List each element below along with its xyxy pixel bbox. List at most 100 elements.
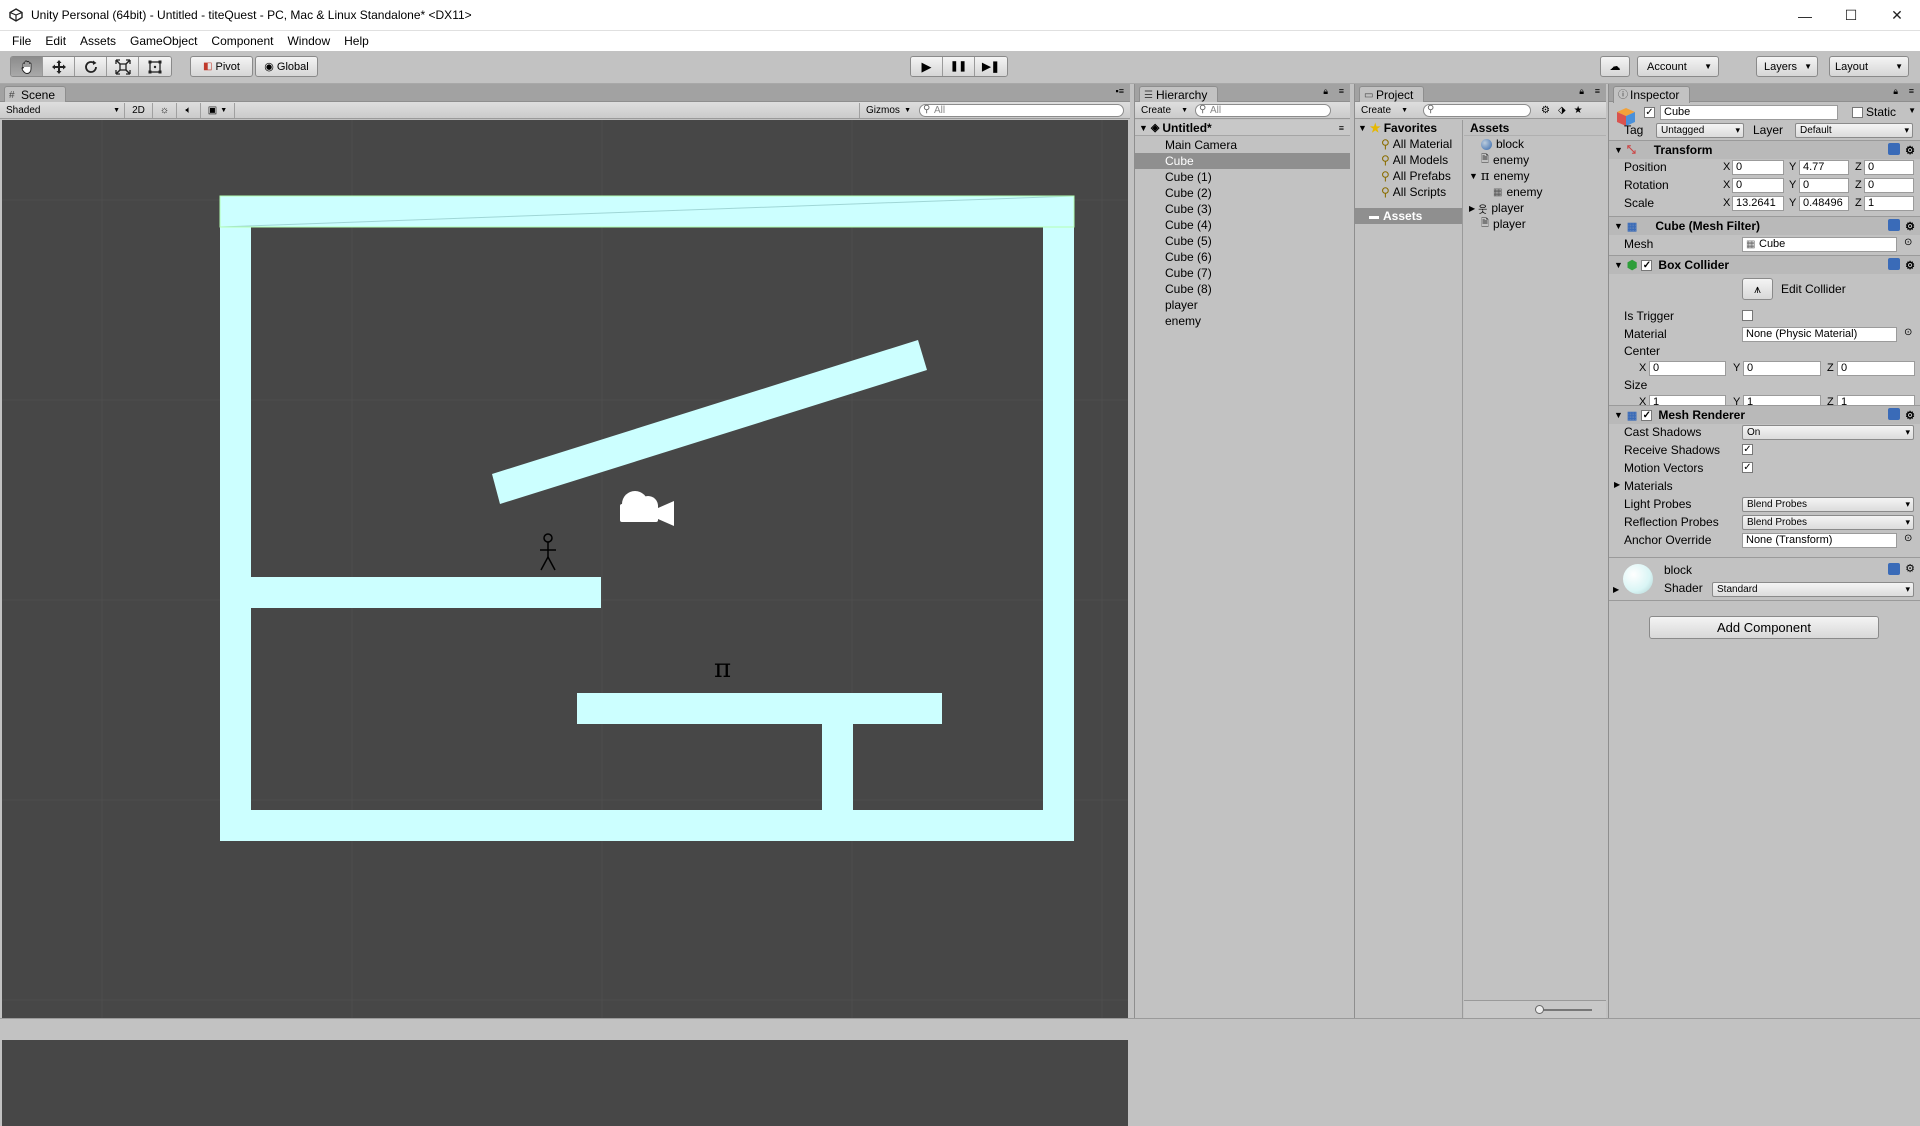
object-picker-icon[interactable]: ⊙: [1904, 237, 1912, 248]
cast-shadows-dropdown[interactable]: On: [1742, 425, 1914, 440]
asset-item[interactable]: 🗎︎ player: [1464, 216, 1606, 232]
hierarchy-item[interactable]: Cube (4): [1135, 217, 1350, 233]
audio-toggle[interactable]: 🔈︎: [177, 102, 201, 118]
maximize-button[interactable]: ☐: [1828, 0, 1874, 31]
2d-toggle[interactable]: 2D: [125, 102, 153, 118]
rotation-y-field[interactable]: 0: [1799, 178, 1849, 193]
favorite-item[interactable]: ⚲ All Scripts: [1355, 184, 1462, 200]
menu-gameobject[interactable]: GameObject: [123, 34, 204, 48]
hierarchy-item[interactable]: player: [1135, 297, 1350, 313]
gear-icon[interactable]: ⚙: [1905, 562, 1915, 575]
cloud-button[interactable]: ☁: [1600, 56, 1630, 77]
asset-item[interactable]: 🗎︎ enemy: [1464, 152, 1606, 168]
effects-dropdown[interactable]: ▣ ▼: [201, 102, 235, 118]
pause-button[interactable]: ❚❚: [943, 57, 975, 76]
project-search-input[interactable]: [1423, 103, 1531, 117]
tab-project[interactable]: ▭ Project: [1359, 86, 1425, 103]
menu-assets[interactable]: Assets: [73, 34, 123, 48]
play-button[interactable]: ▶: [911, 57, 943, 76]
hierarchy-search-input[interactable]: All: [1195, 103, 1331, 117]
reflection-probes-dropdown[interactable]: Blend Probes: [1742, 515, 1914, 530]
gizmos-dropdown[interactable]: Gizmos ▼: [859, 102, 915, 118]
layer-dropdown[interactable]: Default: [1795, 123, 1913, 138]
asset-item[interactable]: ▦ enemy: [1464, 184, 1606, 200]
hierarchy-item[interactable]: Cube (3): [1135, 201, 1350, 217]
account-dropdown[interactable]: Account ▼: [1637, 56, 1719, 77]
layout-dropdown[interactable]: Layout ▼: [1829, 56, 1909, 77]
close-button[interactable]: ✕: [1874, 0, 1920, 31]
favorite-item[interactable]: ⚲ All Material: [1355, 136, 1462, 152]
hierarchy-item[interactable]: Cube (2): [1135, 185, 1350, 201]
menu-help[interactable]: Help: [337, 34, 376, 48]
enemy-pi-icon[interactable]: π: [714, 654, 731, 684]
hierarchy-item[interactable]: Main Camera: [1135, 137, 1350, 153]
favorites-row[interactable]: ▼ ★ Favorites: [1355, 120, 1462, 136]
mesh-renderer-header[interactable]: ▼ ▦ ✓ Mesh Renderer ⚙: [1609, 405, 1920, 424]
rotate-tool-icon[interactable]: [75, 57, 107, 76]
camera-gizmo-icon[interactable]: [620, 491, 674, 526]
active-checkbox[interactable]: ✓: [1644, 107, 1655, 118]
lighting-toggle[interactable]: ☼: [153, 102, 177, 118]
lock-icon[interactable]: 🔒︎: [1579, 86, 1584, 97]
transform-header[interactable]: ▼ ⤡ Transform ⚙: [1609, 140, 1920, 159]
project-create-dropdown[interactable]: Create ▼: [1355, 103, 1411, 118]
scale-x-field[interactable]: 13.2641: [1732, 196, 1784, 211]
is-trigger-checkbox[interactable]: [1742, 310, 1753, 321]
favorite-item[interactable]: ⚲ All Models: [1355, 152, 1462, 168]
center-y-field[interactable]: 0: [1743, 361, 1821, 376]
help-icon[interactable]: [1888, 563, 1900, 578]
physic-material-field[interactable]: None (Physic Material): [1742, 327, 1897, 342]
lock-icon[interactable]: 🔒︎: [1323, 86, 1328, 97]
tab-scene[interactable]: # Scene: [4, 86, 67, 103]
materials-foldout[interactable]: Materials: [1624, 479, 1673, 493]
motion-vectors-checkbox[interactable]: ✓: [1742, 462, 1753, 473]
tag-dropdown[interactable]: Untagged: [1656, 123, 1744, 138]
hierarchy-item[interactable]: Cube (1): [1135, 169, 1350, 185]
panel-menu-icon[interactable]: ≡: [1909, 86, 1914, 96]
menu-file[interactable]: File: [5, 34, 38, 48]
scale-tool-icon[interactable]: [107, 57, 139, 76]
gear-icon[interactable]: ⚙: [1905, 144, 1915, 157]
tab-inspector[interactable]: ⓘ Inspector: [1613, 86, 1691, 103]
hand-tool-icon[interactable]: [11, 57, 43, 76]
hierarchy-item[interactable]: Cube (7): [1135, 265, 1350, 281]
move-tool-icon[interactable]: [43, 57, 75, 76]
shading-mode-dropdown[interactable]: Shaded ▼: [0, 102, 125, 118]
help-icon[interactable]: [1888, 142, 1900, 158]
panel-menu-icon[interactable]: ≡: [1339, 86, 1344, 96]
asset-item[interactable]: ▶ 웃 player: [1464, 200, 1606, 216]
menu-window[interactable]: Window: [280, 34, 337, 48]
icon-size-slider-thumb[interactable]: [1535, 1005, 1544, 1014]
pivot-toggle[interactable]: ◧ Pivot: [190, 56, 253, 77]
object-picker-icon[interactable]: ⊙: [1904, 533, 1912, 544]
asset-item[interactable]: ▼ π enemy: [1464, 168, 1606, 184]
favorite-item[interactable]: ⚲ All Prefabs: [1355, 168, 1462, 184]
gear-icon[interactable]: ⚙: [1905, 409, 1915, 422]
anchor-override-field[interactable]: None (Transform): [1742, 533, 1897, 548]
position-x-field[interactable]: 0: [1732, 160, 1784, 175]
panel-menu-icon[interactable]: ≡: [1595, 86, 1600, 96]
hierarchy-item[interactable]: enemy: [1135, 313, 1350, 329]
receive-shadows-checkbox[interactable]: ✓: [1742, 444, 1753, 455]
gear-icon[interactable]: ⚙: [1905, 259, 1915, 272]
mesh-renderer-enabled-checkbox[interactable]: ✓: [1641, 409, 1653, 421]
edit-collider-button[interactable]: ⩚: [1742, 278, 1773, 300]
player-stick-figure-icon[interactable]: [540, 533, 556, 571]
help-icon[interactable]: [1888, 407, 1900, 423]
scene-viewport[interactable]: π: [2, 120, 1128, 1126]
hierarchy-item-selected[interactable]: Cube: [1135, 153, 1350, 169]
hierarchy-create-dropdown[interactable]: Create ▼: [1135, 103, 1191, 118]
help-icon[interactable]: [1888, 218, 1900, 234]
triangle-right-icon[interactable]: ▶: [1614, 480, 1620, 489]
position-y-field[interactable]: 4.77: [1799, 160, 1849, 175]
assets-folder-row[interactable]: ▬ Assets: [1355, 208, 1462, 224]
panel-menu-icon[interactable]: ▪≡: [1116, 86, 1124, 96]
scene-root-row[interactable]: ▼ ◈ Untitled* ≡: [1135, 120, 1350, 136]
triangle-right-icon[interactable]: ▶: [1613, 585, 1619, 594]
box-collider-header[interactable]: ▼ ⬢ ✓ Box Collider ⚙: [1609, 255, 1920, 274]
icon-size-slider[interactable]: [1537, 1009, 1592, 1011]
minimize-button[interactable]: —: [1782, 0, 1828, 31]
lock-icon[interactable]: 🔒︎: [1893, 86, 1898, 97]
mesh-field[interactable]: ▦ Cube: [1742, 237, 1897, 252]
box-collider-enabled-checkbox[interactable]: ✓: [1641, 259, 1653, 271]
